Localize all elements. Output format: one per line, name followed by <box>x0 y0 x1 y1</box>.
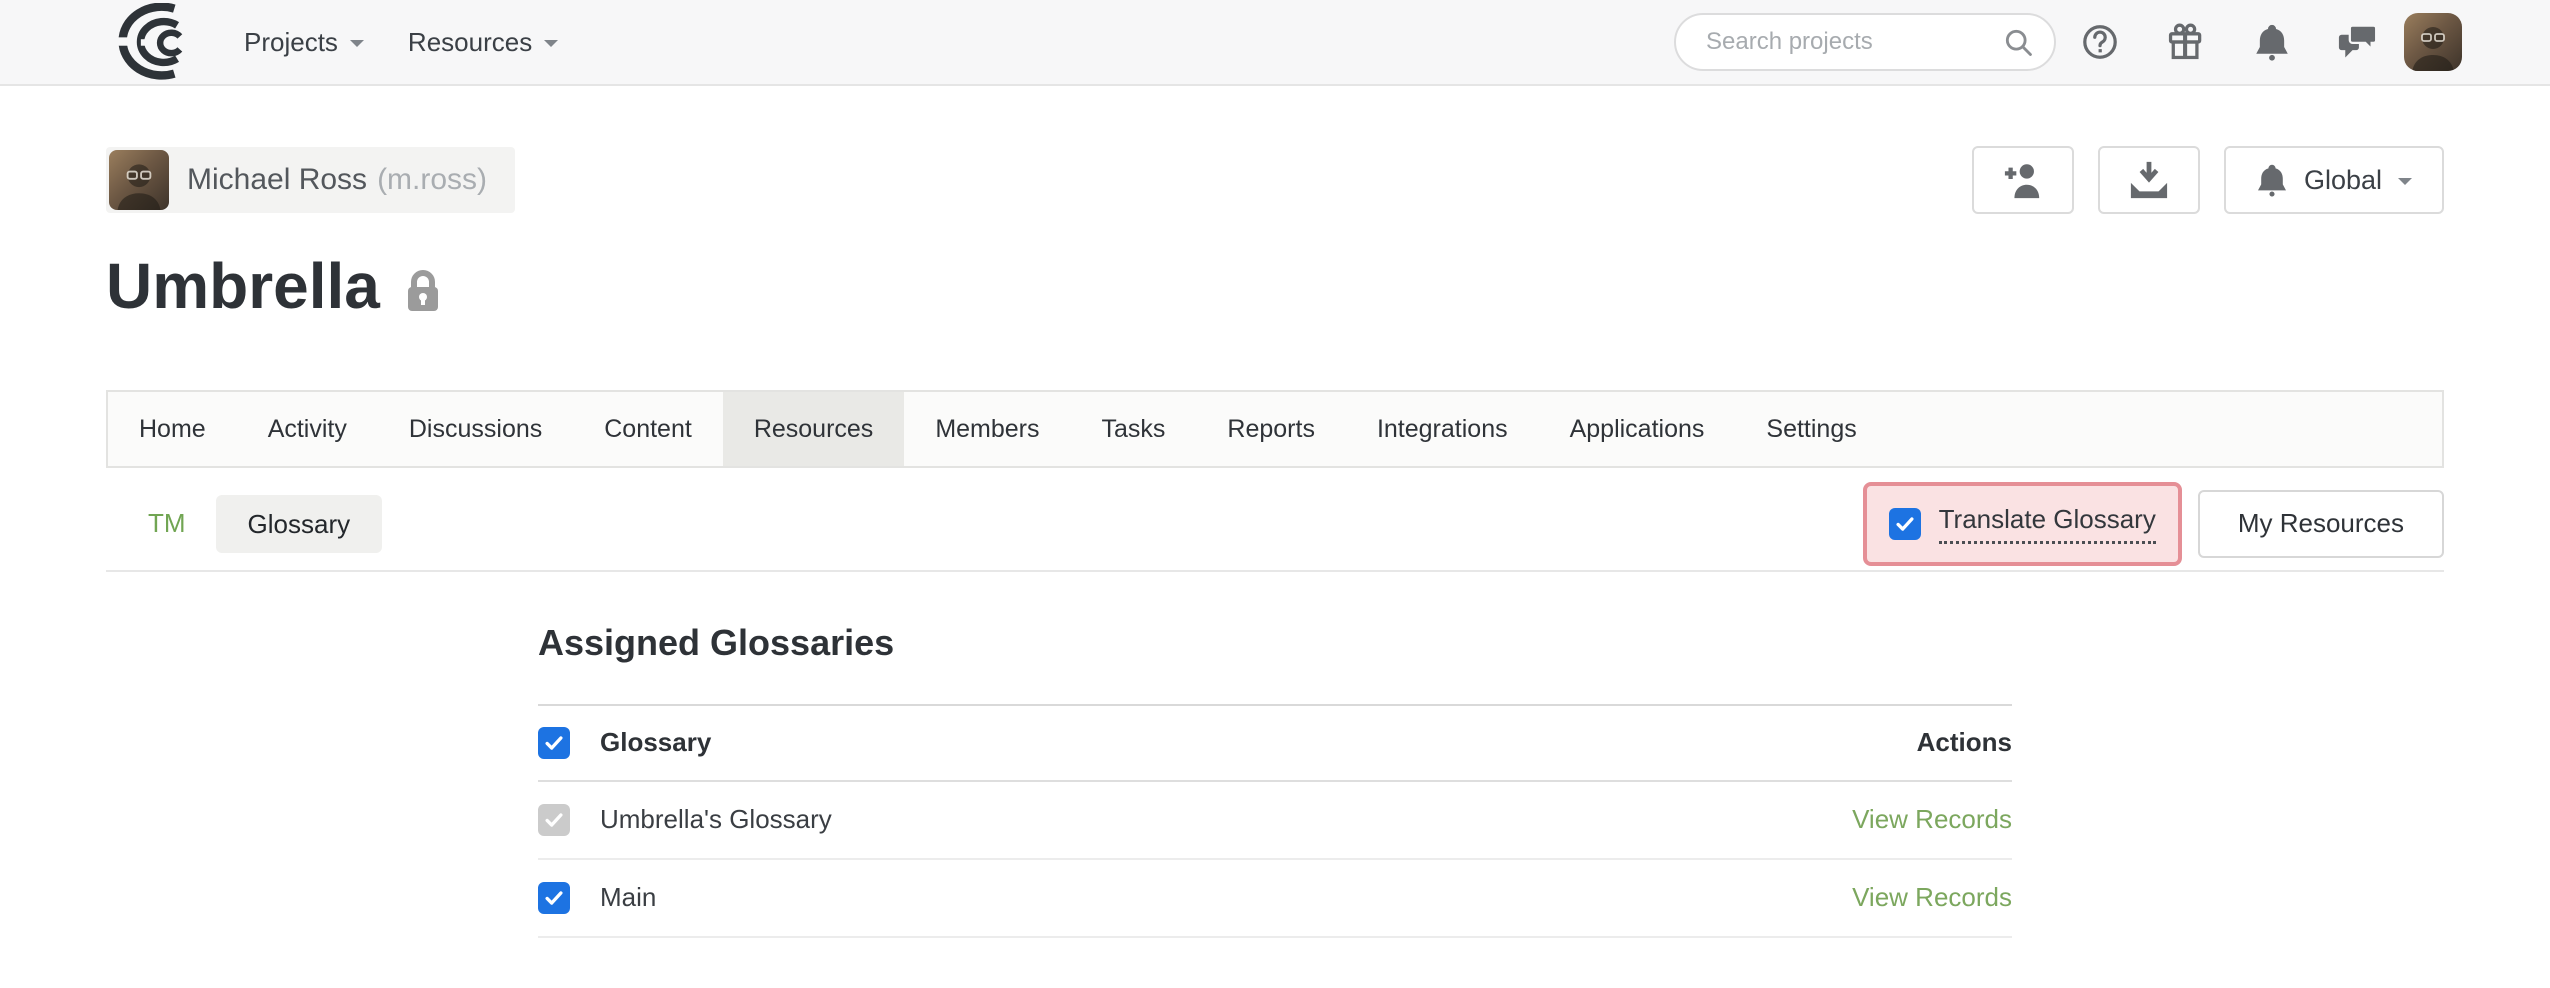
tab-members[interactable]: Members <box>904 392 1070 466</box>
tab-integrations[interactable]: Integrations <box>1346 392 1539 466</box>
notifications-icon[interactable] <box>2252 22 2292 62</box>
projects-menu-label: Projects <box>244 27 338 58</box>
glossary-name: Umbrella's Glossary <box>600 804 1852 835</box>
owner-avatar <box>109 150 169 210</box>
subnav-divider <box>106 570 2444 572</box>
search-icon[interactable] <box>2002 26 2034 58</box>
tab-resources[interactable]: Resources <box>723 392 905 466</box>
user-avatar[interactable] <box>2404 13 2462 71</box>
select-all-checkbox[interactable] <box>538 727 570 759</box>
resources-menu[interactable]: Resources <box>408 27 558 58</box>
private-project-lock-icon <box>404 268 442 314</box>
tab-activity[interactable]: Activity <box>237 392 378 466</box>
owner-username: (m.ross) <box>377 163 487 197</box>
bell-icon <box>2256 163 2288 197</box>
resources-subnav: TM Glossary Translate Glossary My Resour… <box>106 480 2444 568</box>
subnav-item-tm[interactable]: TM <box>148 508 186 539</box>
glossary-checkbox-disabled <box>538 804 570 836</box>
table-row: Main View Records <box>538 860 2012 938</box>
download-tray-icon <box>2127 160 2171 200</box>
download-button[interactable] <box>2098 146 2200 214</box>
navbar-icons <box>2080 22 2378 62</box>
tab-tasks[interactable]: Tasks <box>1071 392 1197 466</box>
table-row: Umbrella's Glossary View Records <box>538 782 2012 860</box>
page-title: Umbrella <box>106 244 380 330</box>
project-owner-pill[interactable]: Michael Ross (m.ross) <box>106 147 515 213</box>
translate-glossary-highlight: Translate Glossary <box>1863 482 2182 566</box>
glossaries-table: Glossary Actions Umbrella's Glossary Vie… <box>538 704 2012 938</box>
search-box[interactable] <box>1674 13 2056 71</box>
name-column-header: Glossary <box>600 727 1917 758</box>
global-dropdown-label: Global <box>2304 165 2382 196</box>
translate-glossary-checkbox[interactable] <box>1889 508 1921 540</box>
my-resources-button[interactable]: My Resources <box>2198 490 2444 558</box>
resources-menu-label: Resources <box>408 27 532 58</box>
help-icon[interactable] <box>2080 22 2120 62</box>
chevron-down-icon <box>350 40 364 54</box>
tab-settings[interactable]: Settings <box>1735 392 1887 466</box>
glossary-name: Main <box>600 882 1852 913</box>
messages-icon[interactable] <box>2338 22 2378 62</box>
tab-reports[interactable]: Reports <box>1196 392 1346 466</box>
invite-member-button[interactable] <box>1972 146 2074 214</box>
glossaries-table-header: Glossary Actions <box>538 704 2012 782</box>
assigned-glossaries-heading: Assigned Glossaries <box>538 622 2012 664</box>
view-records-link[interactable]: View Records <box>1852 804 2012 835</box>
glossary-checkbox[interactable] <box>538 882 570 914</box>
crowdin-logo-icon[interactable] <box>104 3 200 81</box>
top-navbar: Projects Resources <box>0 0 2550 86</box>
tab-discussions[interactable]: Discussions <box>378 392 573 466</box>
my-resources-label: My Resources <box>2238 508 2404 539</box>
tab-applications[interactable]: Applications <box>1539 392 1736 466</box>
tab-content[interactable]: Content <box>573 392 723 466</box>
global-dropdown[interactable]: Global <box>2224 146 2444 214</box>
project-actions: Global <box>1972 146 2444 214</box>
person-add-icon <box>2001 160 2045 200</box>
owner-name: Michael Ross <box>187 163 367 197</box>
search-input[interactable] <box>1704 27 2002 57</box>
translate-glossary-link[interactable]: Translate Glossary <box>1939 504 2156 544</box>
chevron-down-icon <box>544 40 558 54</box>
tab-home[interactable]: Home <box>108 392 237 466</box>
projects-menu[interactable]: Projects <box>244 27 364 58</box>
view-records-link[interactable]: View Records <box>1852 882 2012 913</box>
actions-column-header: Actions <box>1917 727 2012 758</box>
gifts-icon[interactable] <box>2166 22 2206 62</box>
chevron-down-icon <box>2398 178 2412 192</box>
subnav-item-glossary[interactable]: Glossary <box>216 495 383 553</box>
project-tabbar: Home Activity Discussions Content Resour… <box>106 390 2444 468</box>
